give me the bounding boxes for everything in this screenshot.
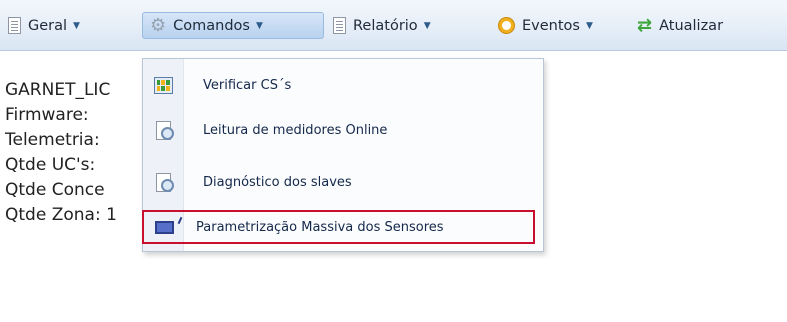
chevron-down-icon: ▼ (73, 20, 80, 31)
atualizar-label: Atualizar (659, 17, 724, 34)
refresh-icon: ⇄ (637, 14, 653, 36)
menu-item-label: Verificar CS´s (203, 77, 292, 93)
info-line: Telemetria: (5, 130, 100, 150)
clock-icon (498, 17, 515, 34)
menu-item-diagnostico-slaves[interactable]: Diagnóstico dos slaves (143, 162, 543, 202)
comandos-label: Comandos (173, 17, 250, 34)
menu-item-label: Diagnóstico dos slaves (203, 174, 352, 190)
menu-item-label: Leitura de medidores Online (203, 122, 388, 138)
atualizar-button[interactable]: ⇄ Atualizar (637, 12, 723, 39)
device-info-panel: GARNET_LIC Firmware: Telemetria: Qtde UC… (5, 78, 117, 228)
info-line: Qtde Conce (5, 180, 105, 200)
relatorio-menu-button[interactable]: Relatório ▼ (333, 12, 431, 39)
magnifier-icon (155, 120, 174, 140)
magnifier-icon (155, 172, 174, 192)
info-line: GARNET_LIC (5, 80, 111, 100)
chevron-down-icon: ▼ (423, 20, 431, 31)
toolbar: Geral ▼ ⚙ Comandos ▼ Relatório ▼ Eventos… (0, 0, 787, 51)
eventos-label: Eventos (522, 17, 580, 34)
geral-menu-button[interactable]: Geral ▼ (8, 12, 80, 39)
grid-icon (153, 76, 173, 94)
info-line: Qtde UC's: (5, 155, 96, 175)
geral-label: Geral (28, 17, 68, 34)
menu-item-verificar-cs[interactable]: Verificar CS´s (143, 65, 543, 105)
monitor-edit-icon (154, 220, 174, 234)
comandos-dropdown-menu: Verificar CS´s Leitura de medidores Onli… (142, 58, 544, 252)
menu-item-label: Parametrização Massiva dos Sensores (196, 219, 444, 235)
comandos-menu-button[interactable]: ⚙ Comandos ▼ (142, 12, 324, 39)
gear-icon: ⚙ (150, 14, 167, 36)
document-icon (8, 17, 21, 34)
chevron-down-icon: ▼ (255, 20, 263, 31)
menu-item-leitura-medidores[interactable]: Leitura de medidores Online (143, 110, 543, 150)
info-line: Firmware: (5, 105, 89, 125)
relatorio-label: Relatório (353, 17, 418, 34)
document-icon (333, 17, 346, 34)
eventos-menu-button[interactable]: Eventos ▼ (498, 12, 593, 39)
menu-item-parametrizacao-massiva[interactable]: Parametrização Massiva dos Sensores (142, 210, 535, 244)
info-line: Qtde Zona: 1 (5, 205, 117, 225)
chevron-down-icon: ▼ (585, 20, 593, 31)
